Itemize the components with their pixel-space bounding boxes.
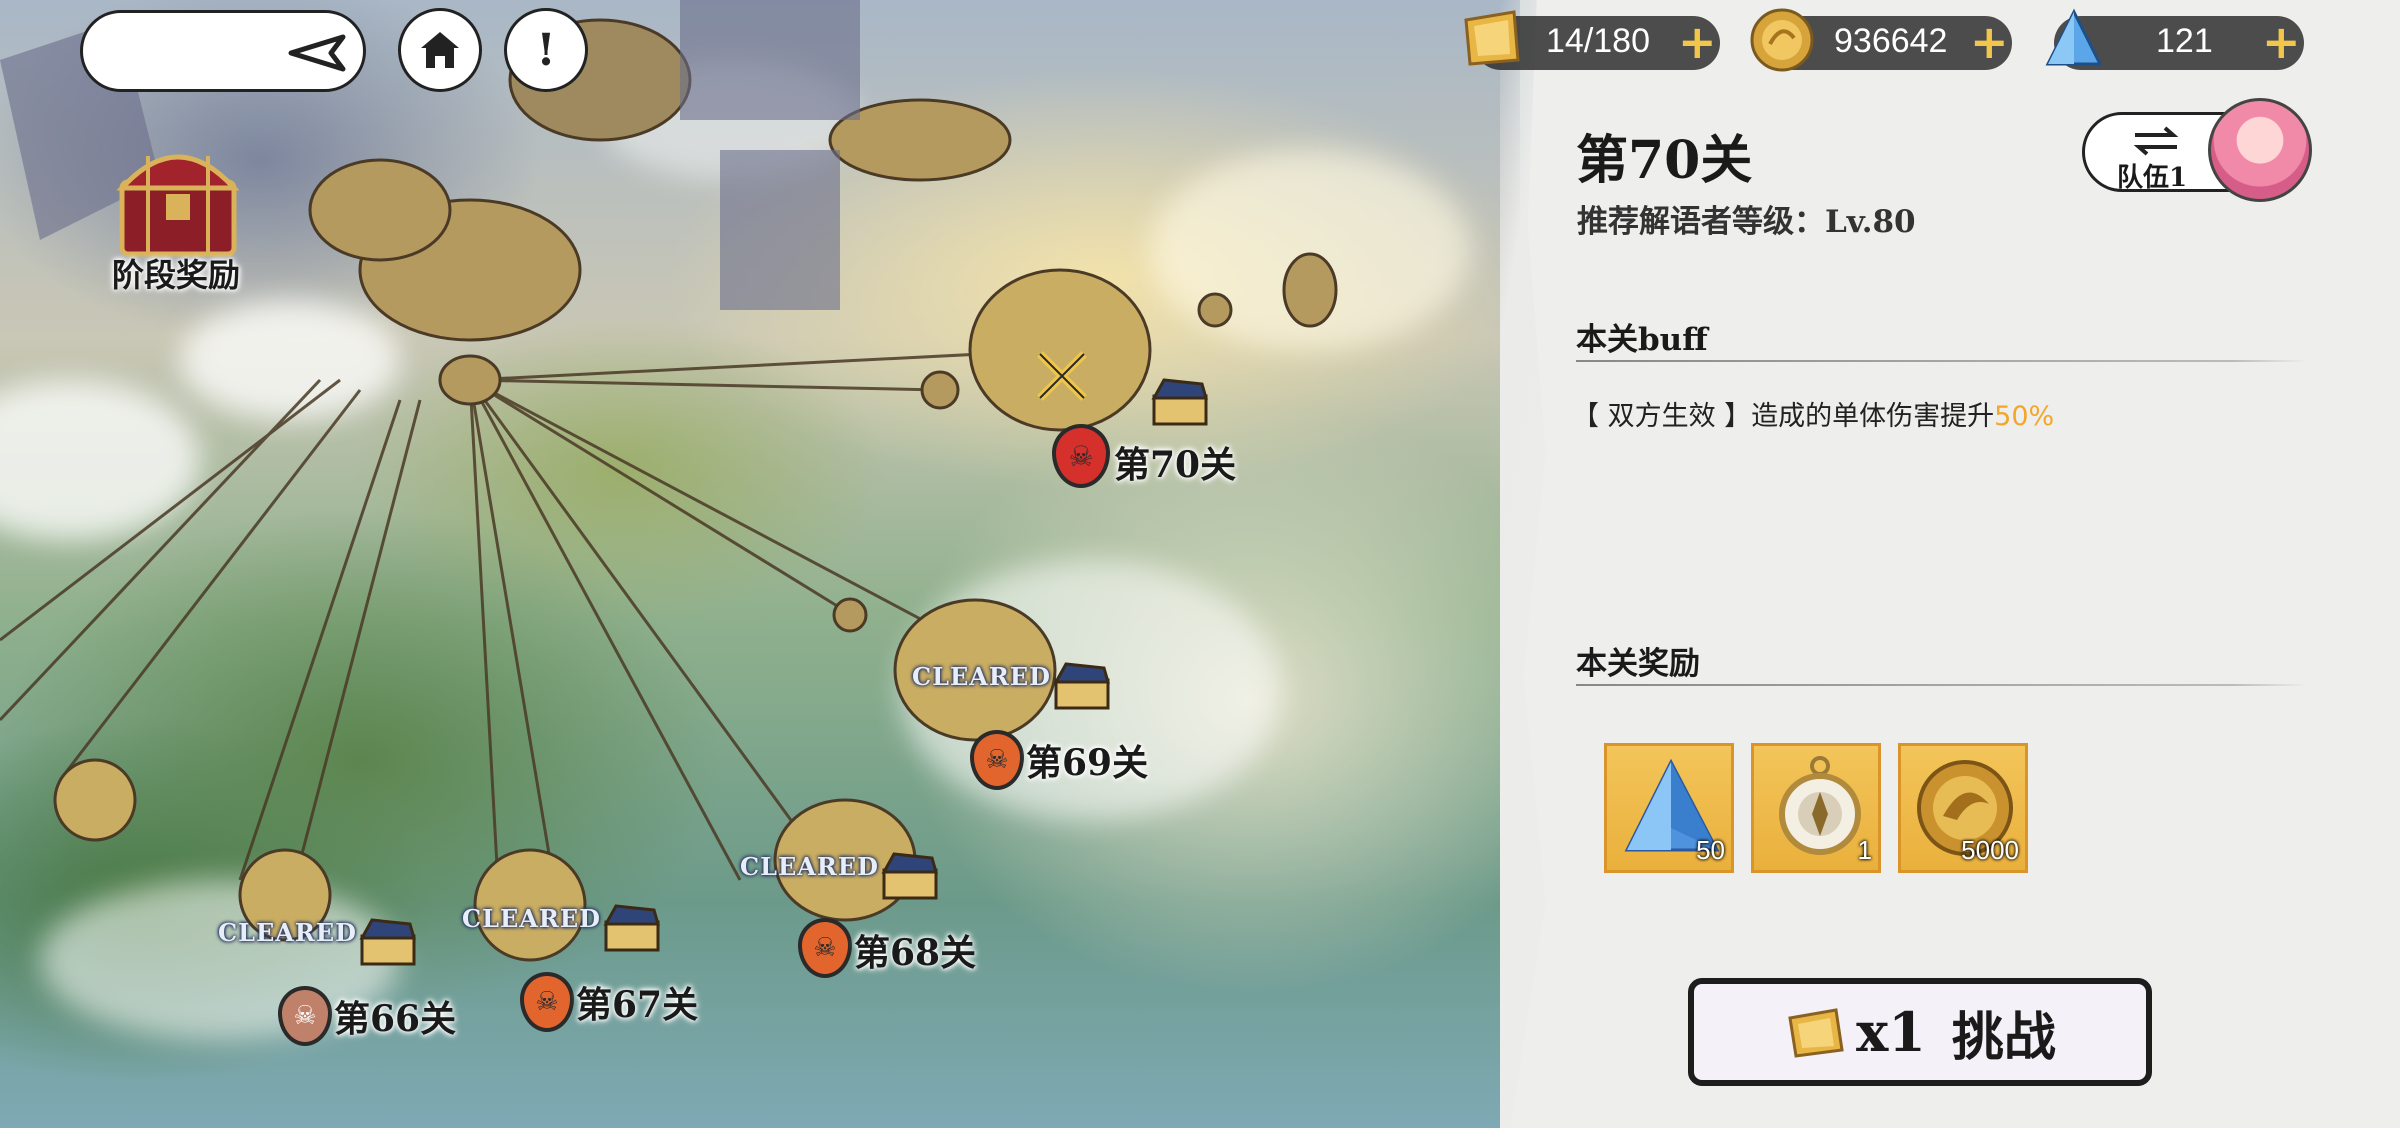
treasure-chest-icon[interactable]: [358, 918, 418, 970]
stage-69-cleared-badge: CLEARED: [912, 662, 1051, 691]
ticket-icon: [1456, 6, 1526, 74]
gold-coin-icon: [1746, 4, 1818, 80]
back-arrow-icon: [288, 34, 346, 72]
stage-67-cleared-badge: CLEARED: [462, 904, 601, 933]
battle-swords-icon[interactable]: [1032, 346, 1092, 410]
gem-value: 121: [2156, 22, 2213, 60]
reward-tile-gold[interactable]: 5000: [1898, 743, 2028, 873]
crystal-icon: [2042, 8, 2106, 76]
stage-67-label[interactable]: 第67关: [576, 976, 698, 1028]
treasure-chest-icon[interactable]: [1052, 662, 1112, 714]
stamina-value: 14/180: [1546, 22, 1650, 60]
stage-66-cleared-badge: CLEARED: [218, 918, 357, 947]
stage-68-cleared-badge: CLEARED: [740, 852, 879, 881]
stage-68-label[interactable]: 第68关: [854, 924, 976, 976]
stage-69-label[interactable]: 第69关: [1026, 734, 1148, 786]
treasure-chest-icon[interactable]: [1150, 378, 1210, 430]
treasure-chest-icon[interactable]: [880, 852, 940, 904]
divider: [1576, 684, 2306, 686]
home-icon: [421, 32, 459, 68]
reward-heading: 本关奖励: [1576, 646, 1700, 682]
recommended-level: 推荐解语者等级：Lv.80: [1577, 204, 1916, 240]
buff-value: 50%: [1994, 401, 2055, 432]
treasure-chest-icon[interactable]: [602, 904, 662, 956]
buff-description: 【 双方生效 】造成的单体伤害提升50%: [1572, 401, 2055, 432]
challenge-label: 挑战: [1951, 1006, 2056, 1068]
add-coin-button[interactable]: +: [1970, 19, 2009, 65]
compass-icon: [1779, 756, 1861, 855]
exclamation-icon: !: [536, 24, 556, 76]
coin-value: 936642: [1834, 22, 1948, 60]
reward-tile-crystal[interactable]: 50: [1604, 743, 1734, 873]
team-label: 队伍1: [2117, 163, 2188, 193]
info-button[interactable]: !: [504, 8, 588, 92]
divider: [1576, 360, 2306, 362]
reward-qty: 50: [1696, 835, 1725, 865]
swap-icon: [2133, 126, 2179, 156]
stage-title: 第70关: [1576, 130, 1753, 191]
buff-heading: 本关buff: [1576, 322, 1708, 358]
ticket-icon: [1788, 1008, 1844, 1058]
reward-qty: 5000: [1961, 835, 2019, 865]
phase-reward-label[interactable]: 阶段奖励: [112, 250, 240, 296]
challenge-cost: x1: [1856, 1000, 1926, 1064]
add-gem-button[interactable]: +: [2262, 19, 2301, 65]
reward-tile-compass[interactable]: 1: [1751, 743, 1881, 873]
challenge-button[interactable]: x1 挑战: [1688, 978, 2152, 1086]
team-leader-avatar[interactable]: [2208, 98, 2312, 202]
back-button[interactable]: [80, 10, 366, 92]
stage-70-label[interactable]: 第70关: [1114, 436, 1236, 488]
home-button[interactable]: [398, 8, 482, 92]
add-stamina-button[interactable]: +: [1678, 19, 1717, 65]
phase-reward-chest-icon[interactable]: [108, 132, 248, 262]
stage-66-label[interactable]: 第66关: [334, 990, 456, 1042]
reward-qty: 1: [1857, 835, 1872, 865]
